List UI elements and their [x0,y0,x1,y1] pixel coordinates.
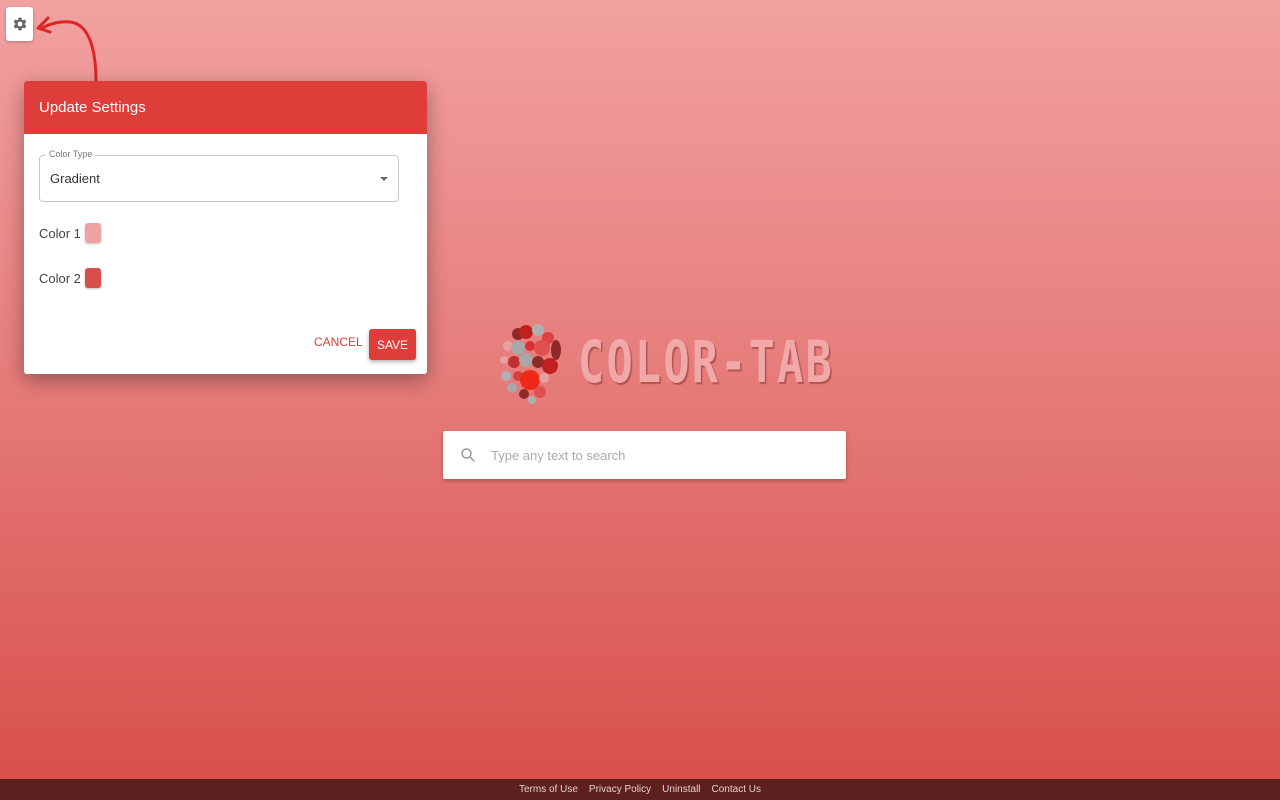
logo: COLOR-TAB [498,320,919,404]
color-2-row: Color 2 [39,268,101,288]
footer: Terms of Use Privacy Policy Uninstall Co… [0,779,1280,800]
footer-link-privacy[interactable]: Privacy Policy [589,784,651,795]
cancel-button[interactable]: CANCEL [314,335,363,349]
save-button[interactable]: SAVE [369,329,416,360]
color-type-value: Gradient [50,171,100,186]
search-box [443,431,846,479]
color-1-label: Color 1 [39,225,81,241]
footer-link-terms[interactable]: Terms of Use [519,784,578,795]
settings-dialog: Update Settings Color Type Gradient Colo… [24,81,427,374]
gear-icon [13,17,26,31]
color-1-swatch[interactable] [85,223,101,243]
color-1-row: Color 1 [39,223,101,243]
settings-button[interactable] [6,7,33,41]
dropdown-arrow-icon [380,177,388,181]
footer-link-uninstall[interactable]: Uninstall [662,784,700,795]
color-2-label: Color 2 [39,270,81,286]
color-type-select[interactable]: Color Type Gradient [39,149,399,202]
dialog-title: Update Settings [39,99,146,116]
pointer-arrow-icon [36,16,98,84]
color-type-label: Color Type [46,149,96,159]
search-input[interactable] [489,446,833,464]
search-icon [461,448,475,462]
dialog-header: Update Settings [24,81,427,134]
footer-link-contact[interactable]: Contact Us [712,784,761,795]
color-2-swatch[interactable] [85,268,101,288]
logo-text: COLOR-TAB [578,328,834,396]
logo-mosaic-icon [500,324,561,404]
